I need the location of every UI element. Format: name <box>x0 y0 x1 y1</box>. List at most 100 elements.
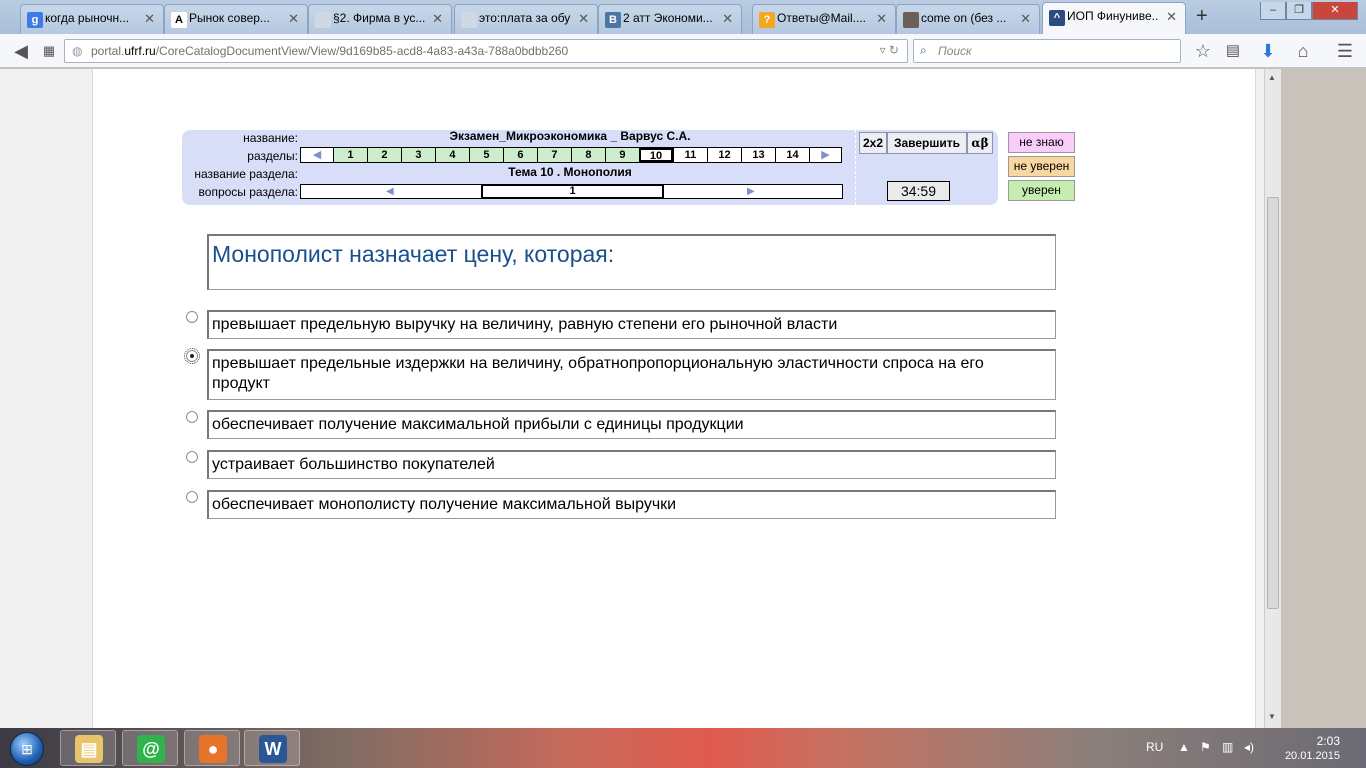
clock-date[interactable]: 20.01.2015 <box>1285 750 1340 762</box>
bookmarks-list-icon[interactable]: ▤ <box>1220 38 1246 64</box>
home-icon[interactable]: ⌂ <box>1290 38 1316 64</box>
network-icon[interactable]: ▥ <box>1222 740 1233 754</box>
section-cell[interactable]: 4 <box>434 148 469 162</box>
taskbar-app-button[interactable]: W <box>244 730 300 766</box>
taskbar-app-button[interactable]: ▤ <box>60 730 116 766</box>
section-cell[interactable]: 10 <box>638 148 673 162</box>
search-input[interactable]: ⌕ Поиск <box>913 39 1181 63</box>
sure-button[interactable]: уверен <box>1008 180 1075 201</box>
action-center-icon[interactable]: ⚑ <box>1200 740 1211 754</box>
bookmark-star-icon[interactable]: ☆ <box>1190 38 1216 64</box>
section-cell[interactable]: 1 <box>332 148 367 162</box>
answer-option-5[interactable]: обеспечивает монополисту получение макси… <box>207 490 1056 519</box>
restore-button[interactable]: ❐ <box>1286 2 1312 20</box>
finish-button[interactable]: Завершить <box>887 132 967 154</box>
mail-agent-icon: @ <box>137 735 165 763</box>
browser-tab[interactable]: come on (без ... ✕ <box>896 4 1040 34</box>
answer-option-3[interactable]: обеспечивает получение максимальной приб… <box>207 410 1056 439</box>
dont-know-button[interactable]: не знаю <box>1008 132 1075 153</box>
search-icon: ⌕ <box>920 43 927 57</box>
download-icon[interactable]: ⬇ <box>1255 38 1281 64</box>
section-cell[interactable]: 5 <box>468 148 503 162</box>
windows-flag-icon: ⊞ <box>21 741 33 757</box>
tab-title: §2. Фирма в ус... <box>333 11 425 25</box>
page-icon <box>461 12 477 28</box>
reload-icon[interactable]: ▿ ↻ <box>880 43 899 57</box>
clock-time[interactable]: 2:03 <box>1317 734 1340 748</box>
answer-option-1[interactable]: превышает предельную выручку на величину… <box>207 310 1056 339</box>
section-cell[interactable]: 7 <box>536 148 571 162</box>
sidebar-icon[interactable]: ▦ <box>36 38 62 64</box>
close-tab-icon[interactable]: ✕ <box>1020 11 1031 27</box>
not-sure-button[interactable]: не уверен <box>1008 156 1075 177</box>
answer-radio-5[interactable] <box>186 491 198 503</box>
taskbar-app-button[interactable]: ● <box>184 730 240 766</box>
firefox-icon: ● <box>199 735 227 763</box>
sections-next-icon[interactable]: ▶ <box>808 148 841 162</box>
close-tab-icon[interactable]: ✕ <box>578 11 589 27</box>
vertical-scrollbar[interactable]: ▲ ▼ <box>1264 69 1281 728</box>
google-icon: g <box>27 12 43 28</box>
timer: 34:59 <box>887 181 950 201</box>
answer-radio-1[interactable] <box>186 311 198 323</box>
alphabet-button[interactable]: αβ <box>967 132 993 154</box>
exam-title: Экзамен_Микроэкономика _ Варвус С.А. <box>449 129 691 143</box>
close-tab-icon[interactable]: ✕ <box>288 11 299 27</box>
scroll-up-icon[interactable]: ▲ <box>1268 73 1276 82</box>
browser-tab[interactable]: ^ ИОП Финуниве... ✕ <box>1042 2 1186 34</box>
minimize-button[interactable]: – <box>1260 2 1286 20</box>
back-icon[interactable]: ◀ <box>8 38 34 64</box>
volume-icon[interactable]: ◂) <box>1244 740 1254 754</box>
section-cell[interactable]: 3 <box>400 148 435 162</box>
close-tab-icon[interactable]: ✕ <box>432 11 443 27</box>
url-path: /CoreCatalogDocumentView/View/9d169b85-a… <box>155 44 569 58</box>
current-question-cell[interactable]: 1 <box>481 184 664 199</box>
label-section-questions: вопросы раздела: <box>198 185 298 199</box>
browser-tab[interactable]: ? Ответы@Mail.... ✕ <box>752 4 896 34</box>
answer-radio-3[interactable] <box>186 411 198 423</box>
taskbar-app-button[interactable]: @ <box>122 730 178 766</box>
tab-title: Рынок совер... <box>189 11 270 25</box>
browser-tab[interactable]: A Рынок совер... ✕ <box>164 4 308 34</box>
section-cell[interactable]: 12 <box>706 148 741 162</box>
layout-2x2-button[interactable]: 2x2 <box>859 132 887 154</box>
section-cell[interactable]: 2 <box>366 148 401 162</box>
answer-radio-2[interactable] <box>184 348 200 364</box>
label-name: название: <box>243 131 298 145</box>
close-tab-icon[interactable]: ✕ <box>722 11 733 27</box>
scrollbar-thumb[interactable] <box>1267 197 1279 609</box>
section-title: Тема 10 . Монополия <box>508 165 632 179</box>
question-icon: ? <box>759 12 775 28</box>
browser-tab[interactable]: g когда рыночн... ✕ <box>20 4 164 34</box>
label-sections: разделы: <box>247 149 298 163</box>
scroll-down-icon[interactable]: ▼ <box>1268 712 1276 721</box>
url-bar[interactable]: ◍ portal.ufrf.ru/CoreCatalogDocumentView… <box>64 39 908 63</box>
show-hidden-icons-icon[interactable]: ▲ <box>1178 740 1190 754</box>
section-cell[interactable]: 9 <box>604 148 639 162</box>
close-tab-icon[interactable]: ✕ <box>144 11 155 27</box>
answer-option-2[interactable]: превышает предельные издержки на величин… <box>207 349 1056 400</box>
label-section-name: название раздела: <box>194 167 298 181</box>
section-cell[interactable]: 6 <box>502 148 537 162</box>
start-button[interactable]: ⊞ <box>2 729 52 767</box>
answer-radio-4[interactable] <box>186 451 198 463</box>
close-tab-icon[interactable]: ✕ <box>1166 9 1177 25</box>
browser-tab[interactable]: B2 атт Экономи... ✕ <box>598 4 742 34</box>
section-cell[interactable]: 8 <box>570 148 605 162</box>
questions-prev-icon[interactable]: ◀ <box>386 185 394 198</box>
section-cell[interactable]: 14 <box>774 148 809 162</box>
section-cell[interactable]: 11 <box>672 148 707 162</box>
menu-icon[interactable]: ☰ <box>1332 38 1358 64</box>
close-window-button[interactable]: ✕ <box>1312 2 1358 20</box>
sections-prev-icon[interactable]: ◀ <box>301 148 333 162</box>
language-indicator[interactable]: RU <box>1146 740 1163 754</box>
browser-tab[interactable]: это:плата за обуч... ✕ <box>454 4 598 34</box>
browser-tab[interactable]: §2. Фирма в ус... ✕ <box>308 4 452 34</box>
questions-next-icon[interactable]: ▶ <box>747 185 755 198</box>
close-tab-icon[interactable]: ✕ <box>876 11 887 27</box>
answer-option-4[interactable]: устраивает большинство покупателей <box>207 450 1056 479</box>
new-tab-button[interactable]: + <box>1196 5 1208 28</box>
section-cell[interactable]: 13 <box>740 148 775 162</box>
section-navigator: ◀ 1 2 3 4 5 6 7 8 9 10 11 12 13 14 ▶ <box>300 147 842 163</box>
question-navigator: ◀ 1 ▶ <box>300 184 843 199</box>
